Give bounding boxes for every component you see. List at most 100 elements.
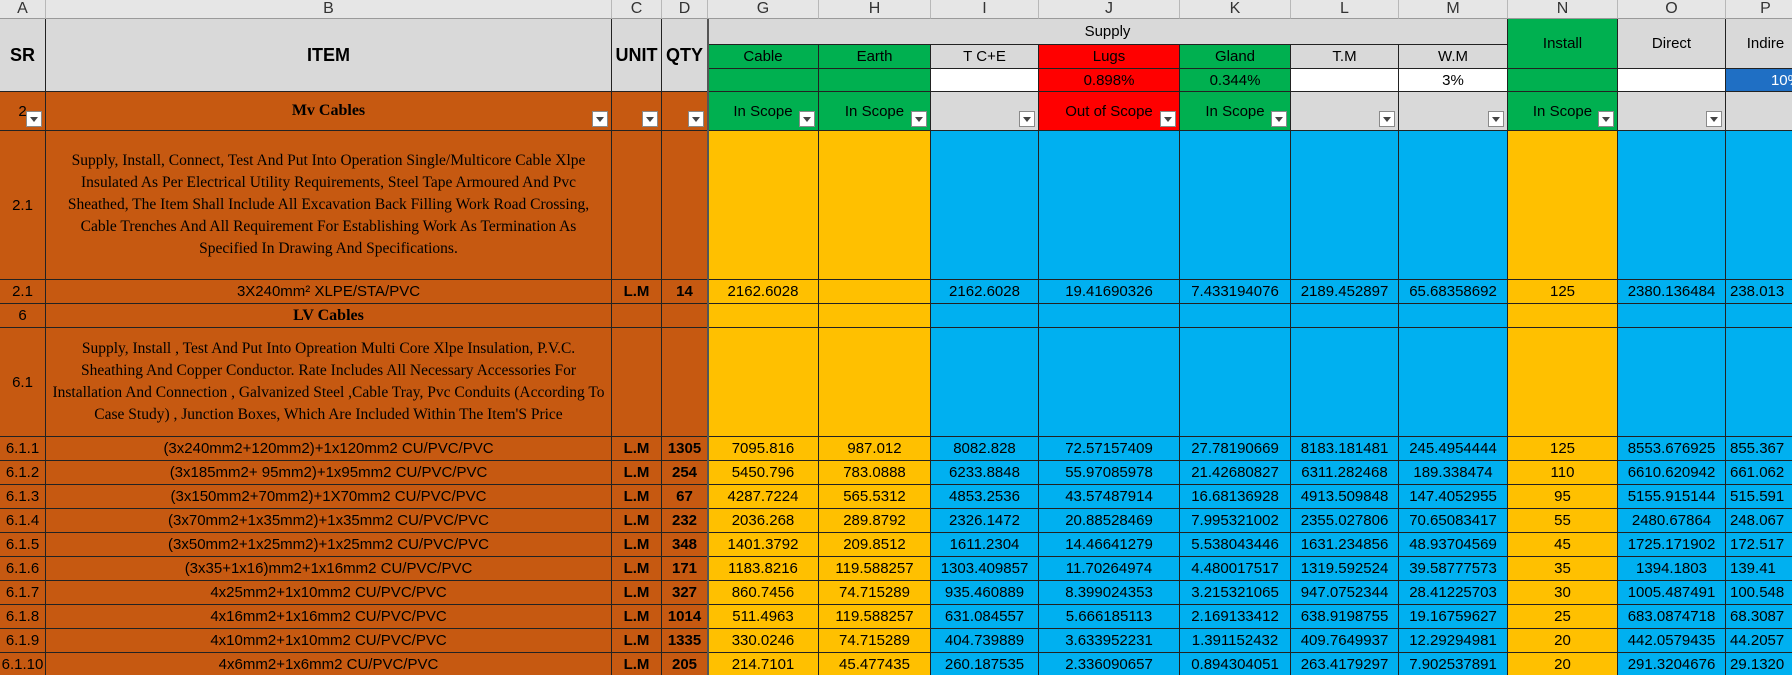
row-tce[interactable]: 404.739889	[931, 629, 1039, 653]
row-qty[interactable]: 327	[662, 581, 708, 605]
section-sr[interactable]: 6	[0, 304, 46, 328]
row-earth[interactable]: 565.5312	[819, 485, 931, 509]
row-direct[interactable]: 8553.676925	[1618, 437, 1726, 461]
row-lugs[interactable]: 11.70264974	[1039, 557, 1180, 581]
desc-cell[interactable]	[1291, 328, 1399, 437]
row-tm[interactable]: 4913.509848	[1291, 485, 1399, 509]
desc-cell[interactable]	[1508, 328, 1618, 437]
row-gland[interactable]: 27.78190669	[1180, 437, 1291, 461]
section-cell[interactable]	[1508, 304, 1618, 328]
row-install[interactable]: 55	[1508, 509, 1618, 533]
row-tce[interactable]: 1303.409857	[931, 557, 1039, 581]
row-qty[interactable]: 1014	[662, 605, 708, 629]
filter-tce[interactable]	[931, 92, 1039, 131]
row-direct[interactable]: 442.0579435	[1618, 629, 1726, 653]
row-unit[interactable]: L.M	[612, 581, 662, 605]
header-cable[interactable]: Cable	[708, 45, 819, 69]
row-direct[interactable]: 1725.171902	[1618, 533, 1726, 557]
filter-tm[interactable]	[1291, 92, 1399, 131]
desc-cell[interactable]	[819, 131, 931, 280]
row-qty[interactable]: 67	[662, 485, 708, 509]
desc-cell[interactable]	[1039, 131, 1180, 280]
row-gland[interactable]: 7.995321002	[1180, 509, 1291, 533]
column-header-i[interactable]: I	[931, 0, 1039, 19]
row-earth[interactable]: 783.0888	[819, 461, 931, 485]
pct-indirect[interactable]: 10%	[1726, 69, 1792, 92]
desc-cell[interactable]	[1508, 131, 1618, 280]
pct-tce[interactable]	[931, 69, 1039, 92]
row-indirect[interactable]: 248.067	[1726, 509, 1792, 533]
section-cell[interactable]	[708, 304, 819, 328]
row-indirect[interactable]: 661.062	[1726, 461, 1792, 485]
row-qty[interactable]: 14	[662, 280, 708, 304]
filter-dropdown-icon[interactable]	[592, 111, 608, 127]
filter-indirect[interactable]	[1726, 92, 1792, 131]
row-tm[interactable]: 1631.234856	[1291, 533, 1399, 557]
row-gland[interactable]: 4.480017517	[1180, 557, 1291, 581]
pct-tm[interactable]	[1291, 69, 1399, 92]
pct-cable[interactable]	[708, 69, 819, 92]
row-install[interactable]: 30	[1508, 581, 1618, 605]
row-lugs[interactable]: 2.336090657	[1039, 653, 1180, 675]
filter-dropdown-icon[interactable]	[911, 111, 927, 127]
row-cable[interactable]: 7095.816	[708, 437, 819, 461]
desc-cell[interactable]	[1291, 131, 1399, 280]
row-sr[interactable]: 6.1.5	[0, 533, 46, 557]
row-wm[interactable]: 12.29294981	[1399, 629, 1508, 653]
row-lugs[interactable]: 43.57487914	[1039, 485, 1180, 509]
row-earth[interactable]: 289.8792	[819, 509, 931, 533]
section-cell[interactable]	[819, 304, 931, 328]
row-sr[interactable]: 6.1.3	[0, 485, 46, 509]
column-header-k[interactable]: K	[1180, 0, 1291, 19]
desc-cell[interactable]	[1726, 131, 1792, 280]
desc-cell[interactable]	[708, 328, 819, 437]
header-item[interactable]: ITEM	[46, 19, 612, 92]
desc-cell[interactable]	[819, 328, 931, 437]
row-sr[interactable]: 6.1.4	[0, 509, 46, 533]
row-wm[interactable]: 70.65083417	[1399, 509, 1508, 533]
row-tm[interactable]: 2355.027806	[1291, 509, 1399, 533]
pct-wm[interactable]: 3%	[1399, 69, 1508, 92]
header-indirect[interactable]: Indire	[1726, 19, 1792, 69]
row-cable[interactable]: 214.7101	[708, 653, 819, 675]
row-install[interactable]: 20	[1508, 653, 1618, 675]
filter-dropdown-icon[interactable]	[1271, 111, 1287, 127]
row-item[interactable]: 4x16mm2+1x16mm2 CU/PVC/PVC	[46, 605, 612, 629]
row-tce[interactable]: 4853.2536	[931, 485, 1039, 509]
row-wm[interactable]: 19.16759627	[1399, 605, 1508, 629]
row-direct[interactable]: 1005.487491	[1618, 581, 1726, 605]
row-lugs[interactable]: 3.633952231	[1039, 629, 1180, 653]
column-header-g[interactable]: G	[708, 0, 819, 19]
section-cell[interactable]	[1039, 304, 1180, 328]
section-cell[interactable]	[1618, 304, 1726, 328]
row-sr[interactable]: 2.1	[0, 280, 46, 304]
desc-qty[interactable]	[662, 131, 708, 280]
header-tce[interactable]: T C+E	[931, 45, 1039, 69]
filter-direct[interactable]	[1618, 92, 1726, 131]
column-header-d[interactable]: D	[662, 0, 708, 19]
row-direct[interactable]: 2380.136484	[1618, 280, 1726, 304]
section-cell[interactable]	[1291, 304, 1399, 328]
filter-unit[interactable]	[612, 92, 662, 131]
row-unit[interactable]: L.M	[612, 533, 662, 557]
row-earth[interactable]: 74.715289	[819, 629, 931, 653]
desc-sr[interactable]: 6.1	[0, 328, 46, 437]
row-indirect[interactable]: 68.3087	[1726, 605, 1792, 629]
row-tce[interactable]: 631.084557	[931, 605, 1039, 629]
row-unit[interactable]: L.M	[612, 653, 662, 675]
pct-earth[interactable]	[819, 69, 931, 92]
section-cell[interactable]	[612, 304, 662, 328]
row-tce[interactable]: 6233.8848	[931, 461, 1039, 485]
row-direct[interactable]: 1394.1803	[1618, 557, 1726, 581]
row-qty[interactable]: 205	[662, 653, 708, 675]
filter-dropdown-icon[interactable]	[1019, 111, 1035, 127]
row-unit[interactable]: L.M	[612, 280, 662, 304]
row-install[interactable]: 125	[1508, 280, 1618, 304]
row-unit[interactable]: L.M	[612, 605, 662, 629]
section-cell[interactable]	[1399, 304, 1508, 328]
filter-earth[interactable]: In Scope	[819, 92, 931, 131]
section-cell[interactable]	[931, 304, 1039, 328]
section-cell[interactable]	[662, 304, 708, 328]
desc-qty[interactable]	[662, 328, 708, 437]
header-tm[interactable]: T.M	[1291, 45, 1399, 69]
